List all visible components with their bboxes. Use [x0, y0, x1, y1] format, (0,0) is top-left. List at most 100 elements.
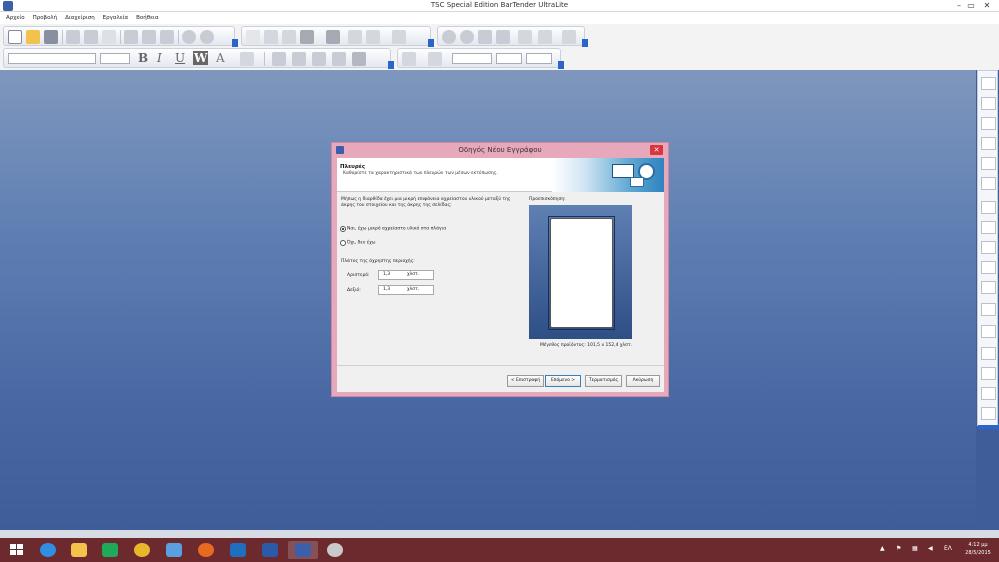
- align-center-icon[interactable]: [292, 52, 306, 66]
- align-top-icon[interactable]: [981, 77, 996, 90]
- text-cursor-icon[interactable]: [282, 30, 296, 44]
- line-weight-combo[interactable]: [496, 53, 522, 64]
- font-color-button[interactable]: A: [216, 51, 225, 65]
- align-center-edge-icon[interactable]: [981, 221, 996, 234]
- new-document-icon[interactable]: [8, 30, 22, 44]
- toolbar-grip[interactable]: [558, 61, 564, 69]
- windows-start-icon[interactable]: [2, 541, 32, 559]
- toolbar-grip[interactable]: [978, 425, 999, 429]
- dash-style-combo[interactable]: [526, 53, 552, 64]
- rotate-left-icon[interactable]: [981, 387, 996, 400]
- align-left-icon[interactable]: [272, 52, 286, 66]
- undo-icon[interactable]: [182, 30, 196, 44]
- font-size-combo[interactable]: [100, 53, 130, 64]
- file-explorer-icon[interactable]: [64, 541, 94, 559]
- select-pointer-icon[interactable]: [246, 30, 260, 44]
- left-margin-value[interactable]: 1,3: [383, 271, 390, 279]
- tray-chevron-icon[interactable]: ▲: [880, 545, 885, 552]
- menu-tools[interactable]: Εργαλεία: [103, 12, 129, 24]
- same-height-icon[interactable]: [981, 303, 996, 316]
- align-middle-icon[interactable]: [981, 97, 996, 110]
- internet-explorer-icon[interactable]: [33, 541, 63, 559]
- fit-page-icon[interactable]: [496, 30, 510, 44]
- bold-button[interactable]: B: [138, 51, 148, 65]
- shape-icon[interactable]: [366, 30, 380, 44]
- picture-icon[interactable]: [392, 30, 406, 44]
- text-object-icon[interactable]: [326, 30, 340, 44]
- back-button[interactable]: < Επιστροφή: [507, 375, 544, 387]
- menu-help[interactable]: Βοήθεια: [136, 12, 158, 24]
- toolbar-grip[interactable]: [232, 39, 238, 47]
- outlook-icon[interactable]: [223, 541, 253, 559]
- align-right-icon[interactable]: [312, 52, 326, 66]
- toolbar-grip[interactable]: [582, 39, 588, 47]
- pen-icon[interactable]: [264, 30, 278, 44]
- language-indicator[interactable]: ΕΛ: [944, 545, 952, 552]
- distribute-horizontal-icon[interactable]: [981, 177, 996, 190]
- zoom-in-icon[interactable]: [442, 30, 456, 44]
- align-right-edge-icon[interactable]: [981, 261, 996, 274]
- rotate-180-icon[interactable]: [981, 347, 996, 360]
- cut-icon[interactable]: [124, 30, 138, 44]
- label-icon[interactable]: [538, 30, 552, 44]
- chrome-icon[interactable]: [127, 541, 157, 559]
- dialog-close-button[interactable]: ✕: [650, 145, 663, 155]
- line-style-combo[interactable]: [452, 53, 492, 64]
- menu-file[interactable]: Αρχείο: [6, 12, 25, 24]
- taskbar-clock[interactable]: 4:12 μμ 28/5/2015: [960, 541, 996, 557]
- right-margin-value[interactable]: 1,3: [383, 286, 390, 294]
- copy-icon[interactable]: [142, 30, 156, 44]
- firefox-icon[interactable]: [191, 541, 221, 559]
- left-margin-field[interactable]: 1,3 χλστ.: [378, 270, 434, 280]
- distribute-vertical-icon[interactable]: [981, 157, 996, 170]
- align-baseline-icon[interactable]: [981, 137, 996, 150]
- redo-icon[interactable]: [200, 30, 214, 44]
- save-icon[interactable]: [44, 30, 58, 44]
- line-icon[interactable]: [348, 30, 362, 44]
- italic-button[interactable]: I: [157, 51, 162, 65]
- print-icon[interactable]: [84, 30, 98, 44]
- highlight-icon[interactable]: [240, 52, 254, 66]
- toolbar-grip[interactable]: [428, 39, 434, 47]
- menu-view[interactable]: Προβολή: [33, 12, 58, 24]
- cancel-button[interactable]: Ακύρωση: [626, 375, 660, 387]
- page-setup-icon[interactable]: [102, 30, 116, 44]
- close-button[interactable]: ✕: [980, 0, 994, 12]
- object-properties-icon[interactable]: [352, 52, 366, 66]
- visual-studio-icon[interactable]: [159, 541, 189, 559]
- align-left-edge-icon[interactable]: [981, 201, 996, 214]
- open-folder-icon[interactable]: [26, 30, 40, 44]
- volume-icon[interactable]: ◀: [928, 545, 933, 552]
- radio-button-selected[interactable]: [340, 226, 346, 232]
- store-icon[interactable]: [95, 541, 125, 559]
- zoom-out-icon[interactable]: [460, 30, 474, 44]
- paste-icon[interactable]: [160, 30, 174, 44]
- barcode-icon[interactable]: [300, 30, 314, 44]
- table-icon[interactable]: [518, 30, 532, 44]
- menu-admin[interactable]: Διαχείριση: [65, 12, 95, 24]
- grid-icon[interactable]: [562, 30, 576, 44]
- toolbar-grip[interactable]: [388, 61, 394, 69]
- rotate-right-icon[interactable]: [981, 407, 996, 420]
- w-button[interactable]: W: [193, 51, 209, 65]
- fill-color-icon[interactable]: [428, 52, 442, 66]
- word-icon[interactable]: [255, 541, 285, 559]
- radio-button[interactable]: [340, 240, 346, 246]
- right-margin-field[interactable]: 1,3 χλστ.: [378, 285, 434, 295]
- radio-option-no[interactable]: Όχι, δεν έχω: [340, 240, 376, 247]
- rotate-90-icon[interactable]: [981, 325, 996, 338]
- network-icon[interactable]: ▦: [912, 545, 918, 552]
- align-bottom-icon[interactable]: [981, 117, 996, 130]
- radio-option-yes[interactable]: Ναι, έχω μικρό αχρείαστο υλικό στα πλάγι…: [340, 226, 446, 233]
- rotate-270-icon[interactable]: [981, 367, 996, 380]
- finish-button[interactable]: Τερματισμός: [585, 375, 622, 387]
- print-preview-icon[interactable]: [66, 30, 80, 44]
- justify-icon[interactable]: [332, 52, 346, 66]
- center-on-page-icon[interactable]: [981, 241, 996, 254]
- next-button[interactable]: Επόμενο >: [545, 375, 581, 387]
- zoom-hand-icon[interactable]: [478, 30, 492, 44]
- line-color-icon[interactable]: [402, 52, 416, 66]
- same-width-icon[interactable]: [981, 281, 996, 294]
- action-center-icon[interactable]: ⚑: [896, 545, 901, 552]
- maximize-button[interactable]: ▭: [964, 0, 978, 12]
